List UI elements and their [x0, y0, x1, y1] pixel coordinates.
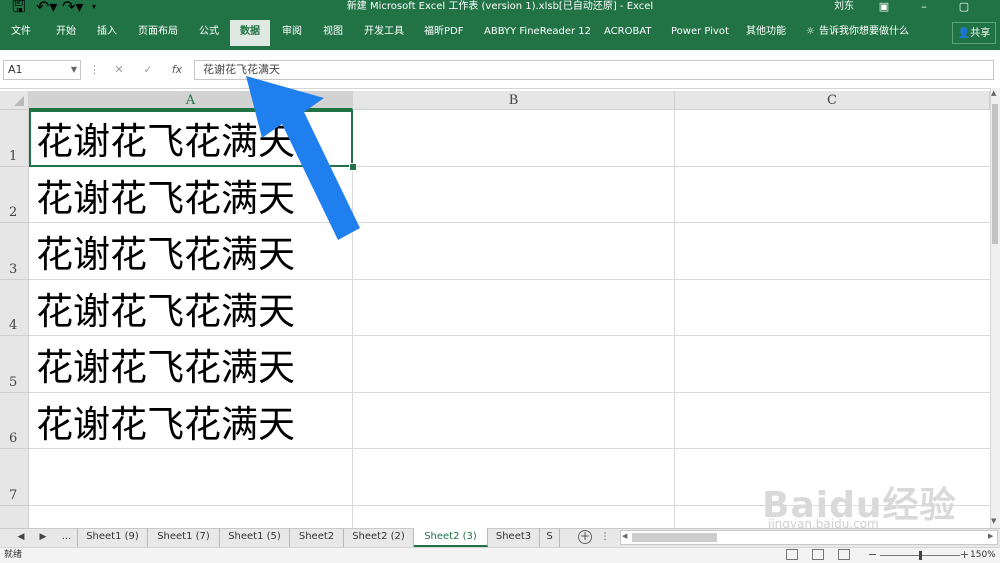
sheet-tab-partial[interactable]: S — [540, 528, 560, 547]
user-name[interactable]: 刘东 — [834, 0, 854, 14]
column-header-b[interactable]: B — [353, 91, 675, 110]
zoom-out-icon[interactable]: − — [868, 547, 877, 563]
scroll-up-icon[interactable]: ▲ — [991, 89, 996, 97]
more-sheets-button[interactable]: ... — [56, 528, 78, 547]
status-bar — [0, 547, 1000, 563]
cell-a6[interactable]: 花谢花飞花满天 — [36, 397, 295, 453]
tab-foxit-pdf[interactable]: 福昕PDF — [424, 14, 463, 50]
tell-me-search[interactable]: 告诉我你想要做什么 — [819, 14, 909, 50]
tab-developer[interactable]: 开发工具 — [364, 14, 404, 50]
row-number: 1 — [9, 149, 18, 164]
grid-line — [674, 110, 675, 528]
normal-view-icon[interactable] — [786, 549, 798, 560]
cell-a4[interactable]: 花谢花飞花满天 — [36, 284, 295, 340]
row-header-4[interactable]: 4 — [0, 280, 29, 336]
prev-sheet-icon[interactable]: ◀ — [14, 528, 28, 547]
select-all-triangle-icon — [14, 96, 24, 106]
page-layout-view-icon[interactable] — [812, 549, 824, 560]
tab-formulas[interactable]: 公式 — [199, 14, 219, 50]
formula-input[interactable]: 花谢花飞花满天 — [194, 60, 994, 80]
column-header-a[interactable]: A — [29, 91, 353, 110]
scroll-right-icon[interactable]: ▶ — [988, 532, 993, 540]
tab-review[interactable]: 审阅 — [282, 14, 302, 50]
vertical-scroll-thumb[interactable] — [992, 104, 998, 244]
tab-home[interactable]: 开始 — [56, 14, 76, 50]
zoom-in-icon[interactable]: + — [960, 547, 969, 563]
enter-icon[interactable]: ✓ — [141, 60, 155, 80]
cell-a3[interactable]: 花谢花飞花满天 — [36, 227, 295, 283]
row-header-1[interactable]: 1 — [0, 110, 29, 167]
ribbon-display-icon[interactable]: ▣ — [864, 0, 904, 14]
row-header-3[interactable]: 3 — [0, 223, 29, 280]
cell-a5[interactable]: 花谢花飞花满天 — [36, 340, 295, 396]
tab-file[interactable]: 文件 — [11, 14, 31, 50]
more-dots-icon: ⋮ — [89, 63, 100, 76]
tab-view[interactable]: 视图 — [323, 14, 343, 50]
tab-data[interactable]: 数据 — [240, 14, 260, 50]
row-number: 2 — [9, 205, 18, 220]
cancel-icon[interactable]: ✕ — [112, 60, 126, 80]
sheet-tab[interactable]: Sheet1 (7) — [148, 528, 220, 547]
tab-acrobat[interactable]: ACROBAT — [604, 14, 652, 50]
row-number: 4 — [9, 318, 18, 333]
tab-page-layout[interactable]: 页面布局 — [138, 14, 178, 50]
tab-insert[interactable]: 插入 — [97, 14, 117, 50]
row-number: 3 — [9, 262, 18, 277]
row-header-8[interactable] — [0, 506, 29, 528]
scroll-down-icon[interactable]: ▼ — [991, 517, 996, 525]
sheet-tab[interactable]: Sheet2 — [290, 528, 344, 547]
sheet-tab[interactable]: Sheet1 (9) — [78, 528, 148, 547]
next-sheet-icon[interactable]: ▶ — [36, 528, 50, 547]
chevron-down-icon[interactable]: ▼ — [69, 60, 79, 80]
sheet-tab[interactable]: Sheet1 (5) — [220, 528, 290, 547]
grid-line — [352, 110, 353, 528]
row-number: 7 — [9, 488, 18, 503]
add-sheet-icon[interactable]: + — [578, 530, 592, 544]
row-header-6[interactable]: 6 — [0, 393, 29, 449]
person-icon: 👤 — [957, 28, 971, 39]
scroll-left-icon[interactable]: ◀ — [622, 532, 627, 540]
zoom-level[interactable]: 150% — [970, 548, 996, 563]
maximize-icon[interactable]: ▢ — [944, 0, 984, 14]
selection-border — [29, 110, 353, 167]
row-header-7[interactable]: 7 — [0, 449, 29, 506]
tab-abbyy[interactable]: ABBYY FineReader 12 — [484, 14, 591, 50]
sheet-tab-active[interactable]: Sheet2 (3) — [414, 528, 488, 547]
tab-split-dots-icon[interactable]: ⋮ — [600, 528, 610, 547]
row-number: 5 — [9, 375, 18, 390]
zoom-slider-knob[interactable] — [919, 551, 922, 560]
tab-other[interactable]: 其他功能 — [746, 14, 786, 50]
status-text: 就绪 — [4, 550, 23, 560]
row-header-2[interactable]: 2 — [0, 167, 29, 223]
row-header-5[interactable]: 5 — [0, 336, 29, 393]
row-number: 6 — [9, 431, 18, 446]
column-header-c[interactable]: C — [675, 91, 990, 110]
fill-handle[interactable] — [349, 163, 357, 171]
tab-power-pivot[interactable]: Power Pivot — [671, 14, 729, 50]
lightbulb-icon: ☼ — [806, 26, 815, 37]
share-label: 共享 — [970, 28, 991, 39]
share-button[interactable]: 👤共享 — [952, 22, 996, 44]
horizontal-scroll-thumb[interactable] — [632, 533, 717, 542]
minimize-icon[interactable]: – — [904, 0, 944, 14]
insert-function-icon[interactable]: fx — [168, 60, 186, 80]
sheet-tab[interactable]: Sheet3 — [488, 528, 540, 547]
page-break-view-icon[interactable] — [838, 549, 850, 560]
cell-a2[interactable]: 花谢花飞花满天 — [36, 171, 295, 227]
sheet-tab[interactable]: Sheet2 (2) — [344, 528, 414, 547]
